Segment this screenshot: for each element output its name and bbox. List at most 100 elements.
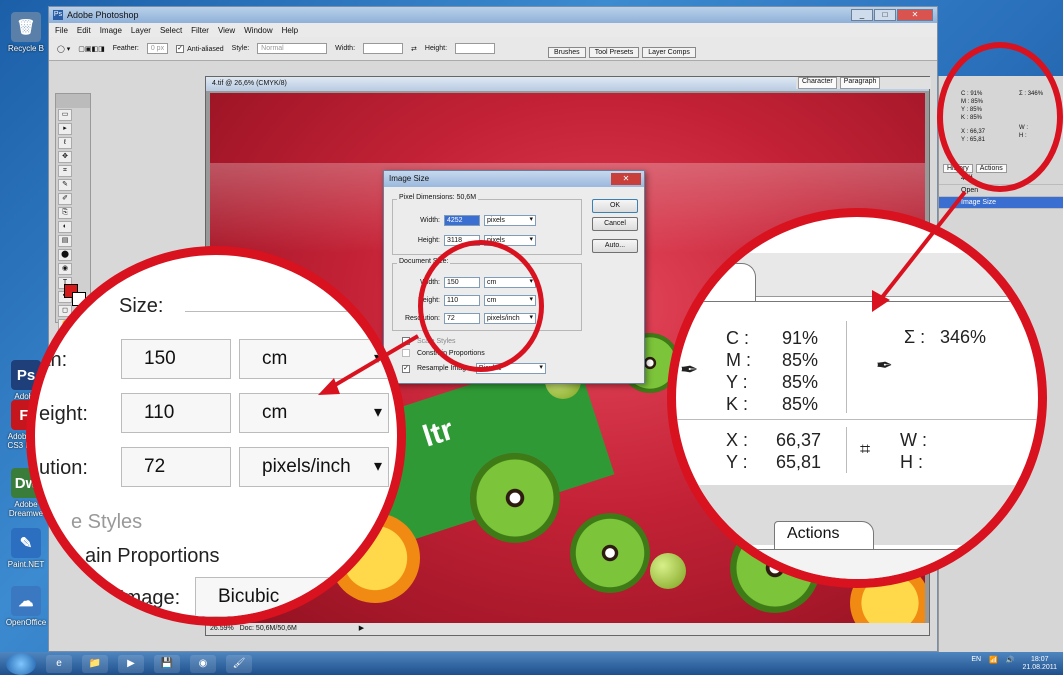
tool-icon[interactable]: ✎ [58,179,72,191]
status-arrow-icon[interactable]: ▶ [359,625,364,632]
zoom-resolution-unit: pixels/inch [239,447,389,487]
kiwi-slice [570,513,650,593]
volume-icon[interactable]: 🔊 [1006,656,1015,672]
start-button[interactable] [6,652,36,675]
zoom-crop-icon: ⌗ [860,439,871,459]
taskbar-app[interactable]: 📁 [82,654,108,673]
menu-item-image[interactable]: Image [100,26,122,35]
tool-icon[interactable]: ▤ [58,235,72,247]
cancel-button[interactable]: Cancel [592,217,638,231]
zoom-magnifier-right: o ✒ C : M : Y : K : 91% 85% 85% 85% ✒ Σ … [667,208,1047,588]
zoom-m-label: M : [726,350,751,370]
taskbar-app[interactable]: e [46,654,72,673]
tool-icon[interactable]: ⬤ [58,249,72,261]
maximize-button[interactable]: □ [874,9,896,21]
language-indicator[interactable]: EN [971,656,981,672]
zoom-constrain-label: ain Proportions [85,545,220,567]
dialog-title: Image Size [384,171,644,187]
desktop-icon[interactable]: ✎ Paint.NET [4,528,48,569]
resample-checkbox[interactable]: ✓ [402,364,410,373]
tool-icon[interactable]: ⌗ [58,165,72,177]
ok-button[interactable]: OK [592,199,638,213]
width-input[interactable] [363,43,404,54]
doc-size: Doc: 50,6M/50,6M [239,625,297,632]
style-select[interactable]: Normal [257,43,328,54]
desktop-app-icon: 🗑 [11,12,41,42]
marquee-tool-icon[interactable]: ◯ ▾ [57,45,70,53]
desktop-app-icon: ☁ [11,586,41,616]
tool-icon[interactable]: ◉ [58,263,72,275]
zoom-c-label: C : [726,328,750,348]
pixel-width-row: Width: 4252 pixels [396,215,536,226]
clock[interactable]: 18:07 21.08.2011 [1022,656,1057,672]
menu-bar: File Edit Image Layer Select Filter View Window… [49,23,937,37]
zoom-actions-tab: Actions [774,521,874,549]
toolbox-header [56,94,90,108]
palette-tab[interactable]: Layer Comps [642,47,696,58]
palette-tab[interactable]: Tool Presets [588,47,640,58]
menu-item-select[interactable]: Select [160,26,182,35]
zoom-image-value: Bicubic [195,577,345,617]
palette-tab[interactable]: Paragraph [839,77,881,89]
taskbar-app[interactable]: ◉ [190,654,216,673]
history-item[interactable]: Image Size [939,197,1063,209]
desktop-icon[interactable]: 🗑 Recycle B [4,12,48,53]
auto-button[interactable]: Auto... [592,239,638,253]
kiwi-slice [470,453,560,543]
menu-item-layer[interactable]: Layer [131,26,151,35]
title-bar: Ps Adobe Photoshop _ □ ✕ [49,7,937,23]
close-button[interactable]: ✕ [897,9,933,21]
zoom-w-label: W : [900,430,927,450]
palette-tab[interactable]: Character [798,77,837,89]
menu-item-file[interactable]: File [55,26,68,35]
zoom-eyedropper-icon: ✒ [680,357,699,382]
zoom-k-value: 85% [782,394,819,414]
zoom-sigma-label: Σ : [904,327,926,347]
zoom-x-label: X : [726,430,749,450]
tool-icon[interactable]: ✐ [58,193,72,205]
zoom-wh-labels: W : H : [900,429,927,473]
zoom-divider-h [676,419,1038,420]
taskbar-app[interactable]: 💾 [154,654,180,673]
window-controls: _ □ ✕ [851,9,933,21]
zoom-y2-value: 65,81 [776,452,822,472]
zoom-eyedropper-icon-2: ✒ [876,355,893,377]
height-input[interactable] [455,43,496,54]
menu-item-edit[interactable]: Edit [77,26,91,35]
tool-icon[interactable]: ▭ [58,109,72,121]
pixel-width-input[interactable]: 4252 [444,215,480,226]
highlight-circle-info [937,42,1063,192]
style-label: Style: [231,45,250,52]
selection-mode-icons[interactable]: ▢▣◧◨ [78,45,104,53]
desktop-icon[interactable]: ☁ OpenOffice [4,586,48,627]
taskbar-app[interactable]: ▶ [118,654,144,673]
zoom-y-label: Y : [726,372,748,392]
tool-icon[interactable]: ✥ [58,151,72,163]
tool-icon[interactable]: ℓ [58,137,72,149]
zoom-level[interactable]: 26.59% [210,625,234,632]
minimize-button[interactable]: _ [851,9,873,21]
tool-icon[interactable]: ◐ [58,221,72,233]
palette-tab[interactable]: Brushes [548,47,586,58]
menu-item-window[interactable]: Window [244,26,272,35]
zoom-divider-v [846,321,847,413]
menu-item-view[interactable]: View [218,26,235,35]
clock-time: 18:07 [1030,656,1049,663]
antialiased-checkbox[interactable]: ✓ Anti-aliased [176,44,224,53]
tool-icon[interactable]: ▸ [58,123,72,135]
feather-label: Feather: [112,45,139,52]
feather-input[interactable]: 0 px [146,43,169,54]
menu-item-help[interactable]: Help [282,26,298,35]
zoom-width-value: 150 [121,339,231,379]
zoom-height-label: eight: [39,403,88,425]
zoom-tab-line [676,301,1038,302]
tool-icon[interactable]: ⎘ [58,207,72,219]
menu-item-filter[interactable]: Filter [191,26,209,35]
swap-icon[interactable]: ⇄ [411,45,417,53]
dialog-close-button[interactable]: ✕ [611,173,641,185]
taskbar-app[interactable]: 🖌 [226,654,252,673]
options-bar: ◯ ▾ ▢▣◧◨ Feather: 0 px ✓ Anti-aliased Sty… [49,37,937,61]
pixel-width-unit[interactable]: pixels [484,215,536,226]
network-icon[interactable]: 📶 [989,656,998,672]
zoom-cmyk-values: 91% 85% 85% 85% [782,327,818,415]
